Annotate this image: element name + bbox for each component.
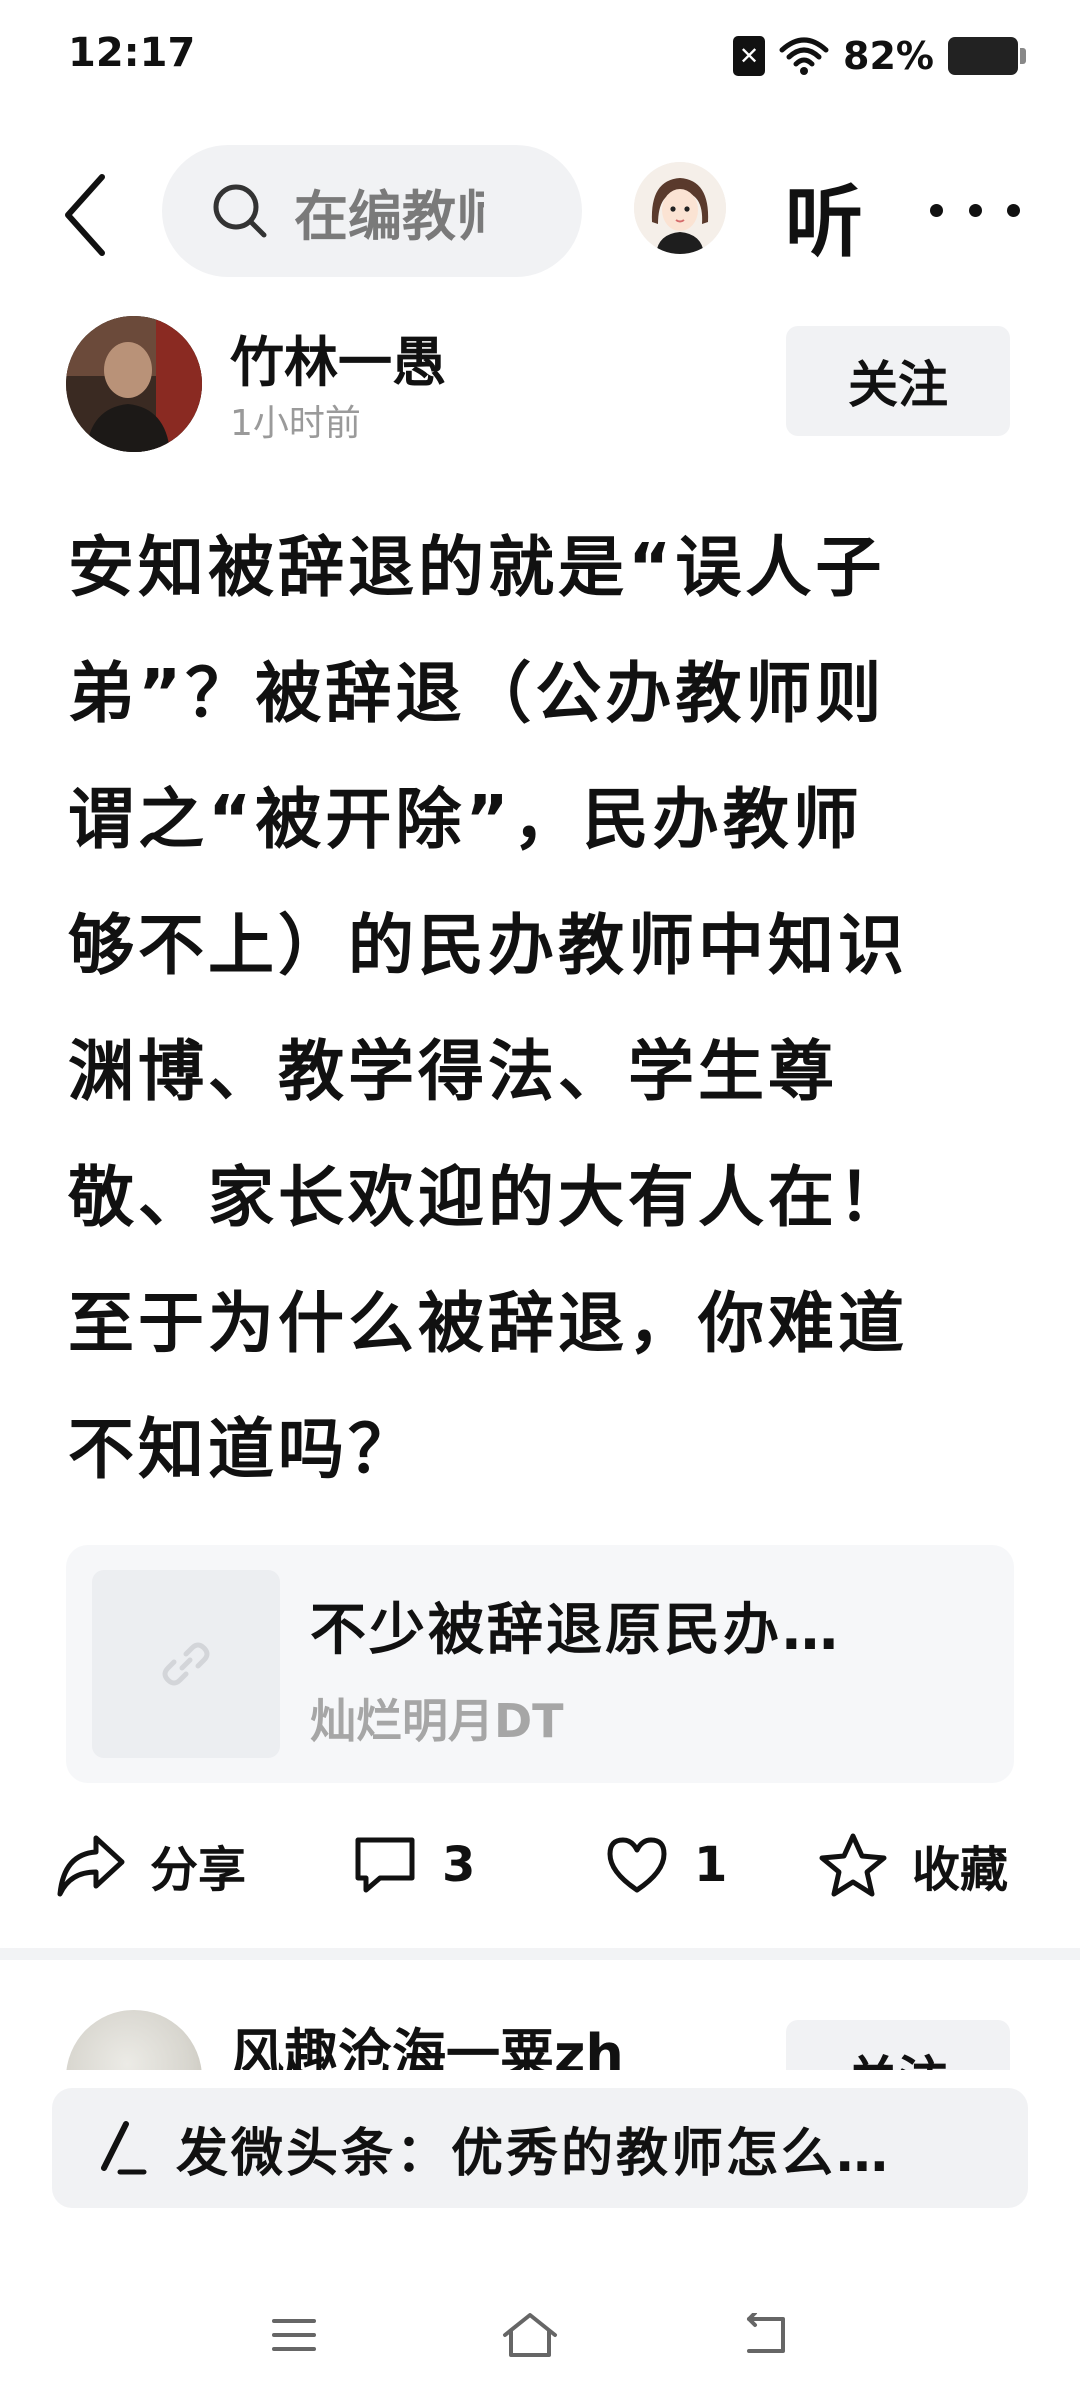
status-icons: ✕ 82% — [733, 30, 1026, 82]
back-arrow-icon — [65, 174, 105, 256]
home-icon — [503, 2313, 557, 2357]
post-body[interactable]: 安知被辞退的就是“误人子 弟”？被辞退（公办教师则 谓之“被开除”，民办教师 够… — [68, 505, 1020, 1513]
post-line: 不知道吗？ — [68, 1411, 418, 1488]
menu-button[interactable] — [254, 2300, 334, 2370]
battery-percent: 82% — [843, 34, 934, 78]
battery-icon — [948, 37, 1026, 75]
system-back-icon — [747, 2313, 785, 2353]
share-button[interactable]: 分享 — [56, 1828, 246, 1902]
author-name[interactable]: 风趣沧海一粟zh — [230, 2010, 624, 2070]
pen-icon — [101, 2121, 147, 2175]
next-post-header: 风趣沧海一粟zh 关注 — [0, 1960, 1080, 2070]
compose-prompt: 发微头条：优秀的教师怎么… — [176, 2123, 892, 2184]
post-line: 够不上）的民办教师中知识 — [68, 907, 908, 984]
link-card[interactable]: 不少被辞退原民办… 灿烂明月DT — [66, 1545, 1014, 1783]
menu-icon — [272, 2319, 316, 2351]
comment-count: 3 — [442, 1837, 476, 1893]
top-navigation: 在编教师 听 — [0, 140, 1080, 280]
heart-icon — [607, 1837, 667, 1893]
system-back-button[interactable] — [726, 2300, 806, 2370]
listen-button[interactable]: 听 — [785, 160, 863, 272]
search-query: 在编教师 — [294, 184, 484, 248]
avatar[interactable] — [66, 2010, 202, 2070]
favorite-label: 收藏 — [912, 1842, 1009, 1898]
search-icon — [213, 184, 267, 238]
back-button[interactable] — [50, 170, 120, 260]
cartoon-avatar-icon[interactable] — [634, 162, 726, 254]
comment-button[interactable]: 3 — [352, 1828, 475, 1902]
compose-bar[interactable]: 发微头条：优秀的教师怎么… — [52, 2088, 1028, 2208]
search-box[interactable]: 在编教师 — [162, 145, 582, 277]
status-time: 12:17 — [68, 30, 196, 76]
post-time: 1小时前 — [230, 403, 361, 444]
link-icon — [162, 1642, 210, 1686]
author-name[interactable]: 竹林一愚 — [230, 318, 446, 397]
wifi-icon — [779, 37, 829, 75]
home-button[interactable] — [490, 2300, 570, 2370]
post-line: 安知被辞退的就是“误人子 — [68, 529, 886, 606]
follow-button[interactable]: 关注 — [786, 326, 1010, 436]
link-source: 灿烂明月DT — [310, 1694, 564, 1748]
action-bar: 分享 3 1 收藏 — [0, 1810, 1080, 1920]
sim-off-icon: ✕ — [733, 36, 766, 76]
author-row: 竹林一愚 1小时前 关注 — [0, 310, 1080, 460]
comment-icon — [355, 1837, 415, 1893]
divider — [0, 1948, 1080, 1960]
post-line: 渊博、教学得法、学生尊 — [68, 1033, 838, 1110]
status-bar: 12:17 ✕ 82% — [0, 0, 1080, 110]
link-title: 不少被辞退原民办… — [310, 1598, 841, 1663]
system-nav-bar — [0, 2280, 1080, 2400]
share-icon — [57, 1835, 125, 1897]
more-dots-icon[interactable] — [930, 170, 1020, 250]
post-line: 谓之“被开除”，民办教师 — [68, 781, 863, 858]
post-line: 弟”？被辞退（公办教师则 — [68, 655, 886, 732]
star-icon — [819, 1833, 887, 1897]
post-line: 至于为什么被辞退，你难道 — [68, 1285, 908, 1362]
post-line: 敬、家长欢迎的大有人在！ — [68, 1159, 908, 1236]
follow-button[interactable]: 关注 — [786, 2020, 1010, 2070]
link-thumbnail — [92, 1570, 280, 1758]
share-label: 分享 — [150, 1842, 247, 1898]
avatar[interactable] — [66, 316, 202, 452]
like-button[interactable]: 1 — [604, 1828, 727, 1902]
favorite-button[interactable]: 收藏 — [818, 1828, 1008, 1902]
like-count: 1 — [694, 1837, 728, 1893]
